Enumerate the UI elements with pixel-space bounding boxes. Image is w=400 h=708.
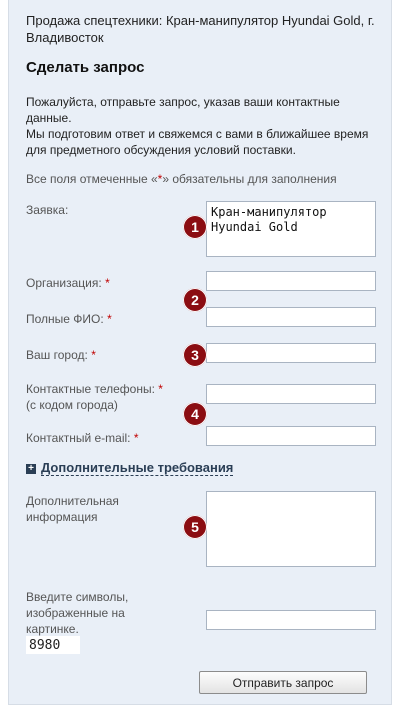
- additional-info-label-line-2: информация: [26, 510, 98, 524]
- fullname-input[interactable]: [206, 307, 376, 327]
- request-form-panel: Продажа спецтехники: Кран-манипулятор Hy…: [8, 0, 392, 705]
- phones-label: Контактные телефоны: *: [26, 381, 163, 397]
- additional-requirements-label[interactable]: Дополнительные требования: [41, 461, 234, 476]
- description-line-1: Пожалуйста, отправьте запрос, указав ваш…: [26, 95, 340, 125]
- description-line-2: Мы подготовим ответ и свяжемся с вами в …: [26, 127, 369, 157]
- required-note-before: Все поля отмеченные «: [26, 172, 158, 186]
- captcha-input[interactable]: [206, 610, 376, 630]
- required-note-after: » обязательны для заполнения: [162, 172, 337, 186]
- required-star: *: [91, 348, 96, 362]
- required-star: *: [133, 431, 139, 445]
- request-label: Заявка:: [26, 203, 69, 217]
- marker-5: 5: [183, 515, 207, 539]
- required-star: *: [107, 312, 112, 326]
- marker-3: 3: [183, 343, 207, 367]
- email-label-text: Контактный e-mail:: [26, 431, 131, 445]
- fullname-label-text: Полные ФИО:: [26, 312, 104, 326]
- city-input[interactable]: [206, 343, 376, 363]
- submit-request-button[interactable]: Отправить запрос: [199, 671, 367, 694]
- page-heading: Сделать запрос: [26, 59, 145, 76]
- marker-2: 2: [183, 288, 207, 312]
- fullname-label: Полные ФИО: *: [26, 311, 112, 327]
- email-label: Контактный e-mail: *: [26, 430, 139, 446]
- organization-input[interactable]: [206, 271, 376, 291]
- plus-icon: +: [26, 463, 36, 474]
- captcha-label-line-2: изображенные на: [26, 606, 125, 620]
- product-title: Продажа спецтехники: Кран-манипулятор Hy…: [26, 13, 375, 45]
- city-label-text: Ваш город:: [26, 348, 88, 362]
- captcha-label-line-3: картинке.: [26, 622, 79, 636]
- required-fields-note: Все поля отмеченные «*» обязательны для …: [26, 172, 337, 186]
- additional-info-label-line-1: Дополнительная: [26, 494, 119, 508]
- request-textarea[interactable]: Кран-манипулятор Hyundai Gold: [206, 201, 376, 257]
- additional-requirements-toggle[interactable]: + Дополнительные требования: [26, 461, 234, 476]
- city-label: Ваш город: *: [26, 347, 96, 363]
- organization-label-text: Организация:: [26, 276, 102, 290]
- required-star: *: [105, 276, 110, 290]
- email-input[interactable]: [206, 426, 376, 446]
- additional-info-textarea[interactable]: [206, 491, 376, 567]
- phones-input[interactable]: [206, 384, 376, 404]
- marker-4: 4: [183, 402, 207, 426]
- organization-label: Организация: *: [26, 275, 110, 291]
- phones-label-hint: (с кодом города): [26, 398, 118, 412]
- captcha-label-line-1: Введите символы,: [26, 590, 129, 604]
- required-star: *: [158, 382, 163, 396]
- phones-label-text: Контактные телефоны:: [26, 382, 155, 396]
- marker-1: 1: [183, 215, 207, 239]
- captcha-image: 8980: [26, 636, 80, 654]
